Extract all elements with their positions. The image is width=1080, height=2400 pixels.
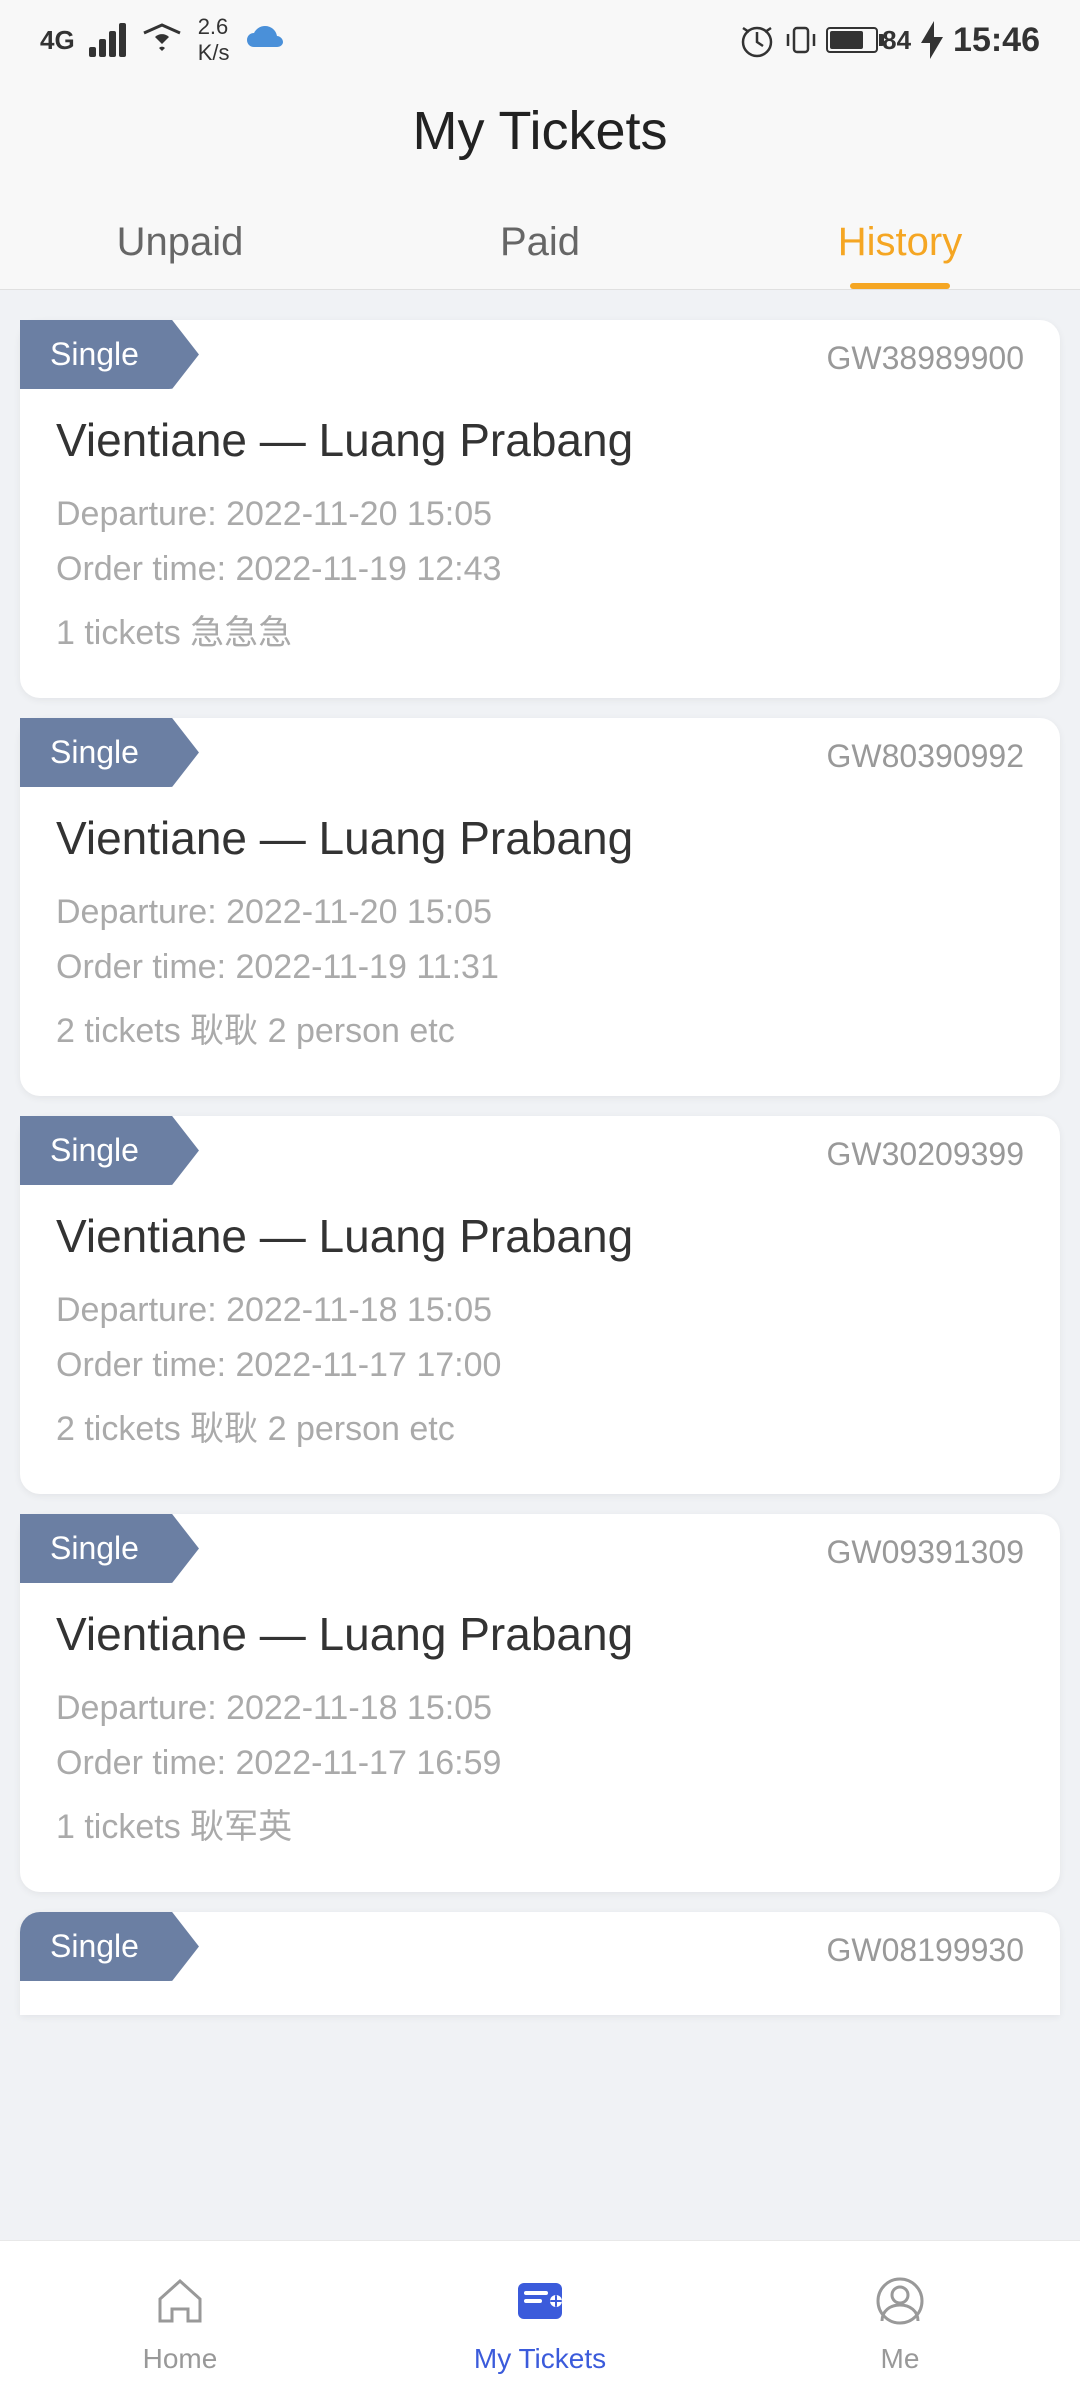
alarm-icon [738, 20, 776, 60]
ticket-type-badge: Single [20, 320, 199, 389]
ticket-type-badge: Single [20, 1514, 199, 1583]
page-title: My Tickets [0, 100, 1080, 162]
ticket-type-badge: Single [20, 1116, 199, 1185]
ticket-departure: Departure: 2022-11-18 15:05 [20, 1681, 1060, 1736]
ticket-card-header: Single GW38989900 [20, 320, 1060, 389]
wifi-icon [140, 23, 184, 57]
ticket-card[interactable]: Single GW38989900 Vientiane — Luang Prab… [20, 320, 1060, 698]
ticket-route: Vientiane — Luang Prabang [20, 1607, 1060, 1661]
ticket-departure: Departure: 2022-11-18 15:05 [20, 1283, 1060, 1338]
network-indicator: 4G [40, 25, 75, 56]
ticket-card[interactable]: Single GW80390992 Vientiane — Luang Prab… [20, 718, 1060, 1096]
ticket-type-badge: Single [20, 1912, 199, 1981]
signal-bars [89, 23, 126, 57]
ticket-order-id: GW09391309 [827, 1514, 1024, 1571]
me-icon [866, 2267, 934, 2335]
ticket-type-badge: Single [20, 718, 199, 787]
ticket-card-header: Single GW09391309 [20, 1514, 1060, 1583]
ticket-route: Vientiane — Luang Prabang [20, 811, 1060, 865]
ticket-card[interactable]: Single GW09391309 Vientiane — Luang Prab… [20, 1514, 1060, 1892]
status-right: 84 15:46 [738, 20, 1040, 60]
ticket-order-id: GW38989900 [827, 320, 1024, 377]
bottom-nav: Home My Tickets Me [0, 2240, 1080, 2400]
status-bar: 4G 2.6K/s [0, 0, 1080, 80]
page-header: My Tickets [0, 80, 1080, 192]
tabs-container: Unpaid Paid History [0, 192, 1080, 290]
home-icon [146, 2267, 214, 2335]
ticket-route: Vientiane — Luang Prabang [20, 1209, 1060, 1263]
ticket-passengers: 2 tickets 耿耿 2 person etc [20, 1393, 1060, 1458]
ticket-order-time: Order time: 2022-11-19 11:31 [20, 940, 1060, 995]
data-speed: 2.6K/s [198, 14, 230, 67]
ticket-list: Single GW38989900 Vientiane — Luang Prab… [0, 310, 1080, 2205]
ticket-card-header: Single GW30209399 [20, 1116, 1060, 1185]
ticket-card-partial[interactable]: Single GW08199930 [20, 1912, 1060, 2015]
ticket-order-time: Order time: 2022-11-17 16:59 [20, 1736, 1060, 1791]
ticket-departure: Departure: 2022-11-20 15:05 [20, 487, 1060, 542]
ticket-departure: Departure: 2022-11-20 15:05 [20, 885, 1060, 940]
ticket-order-time: Order time: 2022-11-17 17:00 [20, 1338, 1060, 1393]
ticket-card[interactable]: Single GW30209399 Vientiane — Luang Prab… [20, 1116, 1060, 1494]
battery-percent: 84 [882, 25, 911, 56]
tab-paid[interactable]: Paid [360, 192, 720, 289]
ticket-order-time: Order time: 2022-11-19 12:43 [20, 542, 1060, 597]
tab-history[interactable]: History [720, 192, 1080, 289]
time-display: 15:46 [953, 21, 1040, 60]
ticket-card-header: Single GW80390992 [20, 718, 1060, 787]
nav-label-me: Me [881, 2343, 920, 2375]
nav-label-home: Home [143, 2343, 218, 2375]
ticket-card-header: Single GW08199930 [20, 1912, 1060, 1981]
ticket-passengers: 1 tickets 耿军英 [20, 1791, 1060, 1856]
vibrate-icon [786, 20, 816, 60]
nav-item-me[interactable]: Me [720, 2241, 1080, 2400]
battery-indicator: 84 [826, 25, 911, 56]
tab-unpaid[interactable]: Unpaid [0, 192, 360, 289]
tickets-icon [506, 2267, 574, 2335]
ticket-order-id: GW08199930 [827, 1912, 1024, 1969]
ticket-order-id: GW80390992 [827, 718, 1024, 775]
status-left: 4G 2.6K/s [40, 14, 287, 67]
ticket-order-id: GW30209399 [827, 1116, 1024, 1173]
cloud-icon [243, 20, 287, 60]
nav-label-my-tickets: My Tickets [474, 2343, 606, 2375]
ticket-route: Vientiane — Luang Prabang [20, 413, 1060, 467]
charging-icon [921, 21, 943, 59]
nav-item-my-tickets[interactable]: My Tickets [360, 2241, 720, 2400]
nav-item-home[interactable]: Home [0, 2241, 360, 2400]
ticket-passengers: 1 tickets 急急急 [20, 597, 1060, 662]
ticket-passengers: 2 tickets 耿耿 2 person etc [20, 995, 1060, 1060]
